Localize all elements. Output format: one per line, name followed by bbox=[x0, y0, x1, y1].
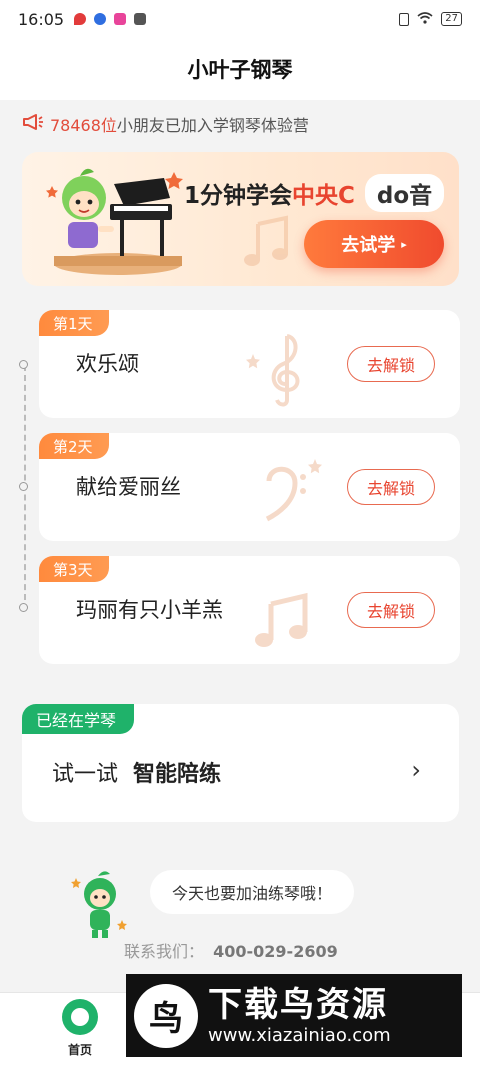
smart-practice-card[interactable]: 已经在学琴 试一试 智能陪练 › bbox=[22, 704, 459, 822]
lesson-title: 玛丽有只小羊羔 bbox=[76, 598, 223, 622]
nav-home-label: 首页 bbox=[67, 1043, 92, 1057]
unlock-button[interactable]: 去解锁 bbox=[347, 346, 435, 382]
music-note-icon bbox=[244, 215, 288, 266]
unlock-button[interactable]: 去解锁 bbox=[347, 592, 435, 628]
megaphone-icon bbox=[22, 113, 44, 135]
practice-prefix: 试一试 bbox=[52, 762, 119, 787]
wifi-icon bbox=[417, 11, 433, 27]
watermark-text: 下载鸟资源 www.xiazainiao.com bbox=[208, 985, 391, 1047]
try-learning-button[interactable]: 去试学 ▸ bbox=[304, 220, 444, 268]
media-play-icon bbox=[134, 13, 147, 25]
status-time: 16:05 bbox=[18, 9, 65, 29]
watermark-url: www.xiazainiao.com bbox=[208, 1024, 391, 1046]
speech-bubble: 今天也要加油练琴哦！ bbox=[150, 870, 355, 914]
sim-icon bbox=[399, 12, 410, 26]
lesson-card-day-2[interactable]: 第2天 献给爱丽丝 去解锁 bbox=[39, 433, 460, 541]
lesson-title: 欢乐颂 bbox=[76, 352, 139, 376]
home-icon bbox=[62, 999, 98, 1035]
lesson-day-tag: 第3天 bbox=[39, 556, 109, 582]
contact-phone[interactable]: 400-029-2609 bbox=[213, 942, 338, 961]
watermark-title: 下载鸟资源 bbox=[208, 984, 388, 1025]
already-learning-tag: 已经在学琴 bbox=[22, 704, 135, 734]
lesson-title: 献给爱丽丝 bbox=[76, 475, 181, 499]
chevron-right-icon[interactable]: › bbox=[411, 756, 421, 784]
app-notification-icon bbox=[114, 13, 127, 25]
encouragement-section: 今天也要加油练琴哦！ bbox=[70, 868, 370, 943]
lesson-card-day-1[interactable]: 第1天 欢乐颂 去解锁 bbox=[39, 310, 460, 418]
headline-pill: do音 bbox=[364, 174, 445, 212]
paw-icon bbox=[94, 13, 107, 25]
battery-indicator: 27 bbox=[441, 12, 462, 26]
music-note-icon bbox=[255, 592, 308, 647]
contact-info: 联系我们： 400-029-2609 bbox=[124, 938, 338, 962]
join-text: 小朋友已加入学钢琴体验营 bbox=[116, 116, 309, 135]
contact-label: 联系我们： bbox=[124, 942, 205, 961]
notification-icons bbox=[74, 13, 147, 25]
watermark-logo: 鸟 bbox=[134, 983, 198, 1048]
banner-headline: 1分钟学会 中央C do音 bbox=[184, 174, 445, 212]
app-header: 小叶子钢琴 bbox=[0, 38, 480, 100]
lesson-day-tag: 第2天 bbox=[39, 433, 109, 459]
join-notice: 78468位 小朋友已加入学钢琴体验营 bbox=[22, 112, 309, 136]
try-learning-label: 去试学 bbox=[341, 235, 396, 256]
headline-prefix: 1分钟学会 bbox=[184, 183, 293, 209]
join-count: 78468位 bbox=[50, 116, 117, 135]
mascot-icon bbox=[71, 871, 127, 938]
watermark-overlay: 鸟 下载鸟资源 www.xiazainiao.com bbox=[126, 974, 462, 1057]
practice-title: 智能陪练 bbox=[133, 762, 222, 787]
play-arrow-icon: ▸ bbox=[401, 237, 407, 251]
lesson-day-tag: 第1天 bbox=[39, 310, 109, 336]
nav-home[interactable]: 首页 bbox=[58, 999, 102, 1058]
map-pin-icon bbox=[74, 13, 87, 25]
mascot-piano-illustration bbox=[46, 168, 183, 275]
smart-practice-text: 试一试 智能陪练 bbox=[52, 756, 221, 788]
timeline-dot bbox=[19, 482, 28, 491]
page-title: 小叶子钢琴 bbox=[187, 58, 293, 82]
trial-banner[interactable]: 1分钟学会 中央C do音 去试学 ▸ bbox=[22, 152, 459, 286]
headline-accent: 中央C bbox=[292, 183, 355, 209]
unlock-button[interactable]: 去解锁 bbox=[347, 469, 435, 505]
treble-clef-icon bbox=[246, 334, 300, 407]
timeline-dot bbox=[19, 603, 28, 612]
bass-clef-icon bbox=[265, 459, 322, 522]
status-bar: 16:05 27 bbox=[0, 0, 480, 38]
timeline-dot bbox=[19, 360, 28, 369]
lesson-card-day-3[interactable]: 第3天 玛丽有只小羊羔 去解锁 bbox=[39, 556, 460, 664]
